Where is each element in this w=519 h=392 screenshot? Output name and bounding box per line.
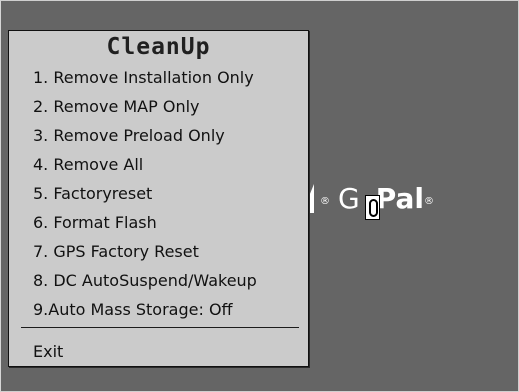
menu-item-remove-all[interactable]: 4. Remove All: [9, 150, 308, 179]
menu-title: CleanUp: [106, 34, 211, 60]
menu-list: 1. Remove Installation Only 2. Remove MA…: [9, 63, 308, 324]
menu-item-dc-autosuspend-wakeup[interactable]: 8. DC AutoSuspend/Wakeup: [9, 266, 308, 295]
cleanup-menu-window: CleanUp 1. Remove Installation Only 2. R…: [8, 30, 309, 367]
logo-text-go: G: [338, 182, 360, 215]
menu-item-remove-installation-only[interactable]: 1. Remove Installation Only: [9, 63, 308, 92]
cursor-o-box: [365, 195, 380, 220]
exit-button[interactable]: Exit: [33, 337, 63, 366]
o-glyph-icon: [369, 199, 378, 217]
menu-item-format-flash[interactable]: 6. Format Flash: [9, 208, 308, 237]
menu-item-auto-mass-storage[interactable]: 9.Auto Mass Storage: Off: [9, 295, 308, 324]
menu-item-remove-preload-only[interactable]: 3. Remove Preload Only: [9, 121, 308, 150]
menu-item-factoryreset[interactable]: 5. Factoryreset: [9, 179, 308, 208]
logo-text-pal: Pal: [375, 182, 424, 215]
gopal-logo: ® G Pal®: [301, 182, 471, 222]
menu-separator: [21, 327, 299, 328]
menu-item-remove-map-only[interactable]: 2. Remove MAP Only: [9, 92, 308, 121]
registered-mark-2: ®: [423, 196, 434, 207]
device-screen: ® G Pal® CleanUp 1. Remove Installation On…: [0, 0, 519, 392]
registered-mark: ®: [320, 196, 330, 207]
menu-item-gps-factory-reset[interactable]: 7. GPS Factory Reset: [9, 237, 308, 266]
